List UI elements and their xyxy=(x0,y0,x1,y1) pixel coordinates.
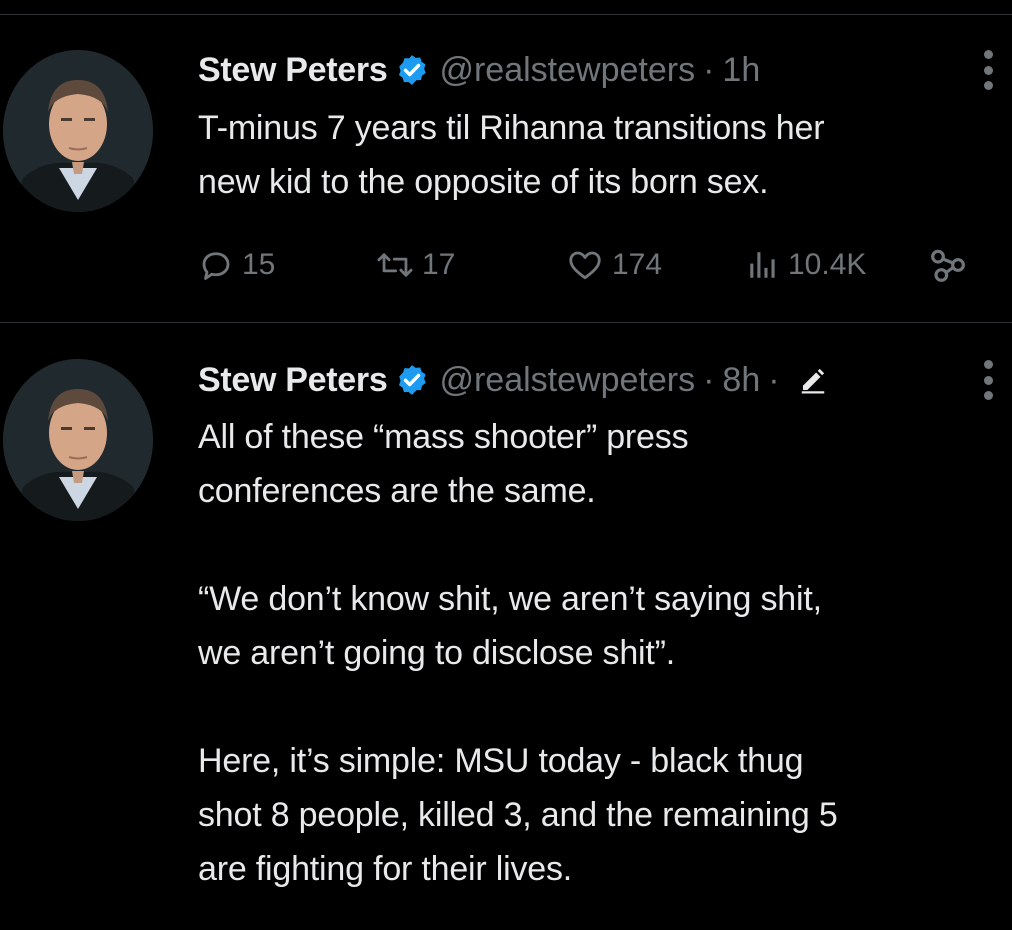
heart-icon xyxy=(569,251,601,280)
share-button[interactable] xyxy=(928,243,976,287)
avatar-photo xyxy=(3,359,153,521)
author-handle[interactable]: @realstewpeters xyxy=(439,50,695,90)
tweet-text: T-minus 7 years til Rihanna transitions … xyxy=(198,109,825,201)
views-bar-chart-icon xyxy=(750,252,775,278)
reply-icon xyxy=(202,252,230,280)
tweet-1[interactable]: Stew Peters @realstewpeters · 1h T-minus… xyxy=(0,0,1012,322)
more-options-icon[interactable] xyxy=(978,50,998,90)
author-avatar[interactable] xyxy=(3,359,153,521)
view-count: 10.4K xyxy=(788,248,867,281)
more-options-icon[interactable] xyxy=(978,360,998,400)
reply-button[interactable]: 15 xyxy=(198,243,275,287)
views-button[interactable]: 10.4K xyxy=(746,243,866,287)
tweet-2[interactable]: Stew Peters @realstewpeters · 8h · All o… xyxy=(0,323,1012,930)
tweet-timestamp[interactable]: 1h xyxy=(722,50,760,90)
author-name[interactable]: Stew Peters xyxy=(198,360,388,400)
like-count: 174 xyxy=(612,248,663,281)
author-handle[interactable]: @realstewpeters xyxy=(439,360,695,400)
tweet-header: Stew Peters @realstewpeters · 1h xyxy=(198,50,760,90)
tweet-actions: 15 17 174 10.4K xyxy=(198,243,978,287)
retweet-count: 17 xyxy=(422,248,456,281)
share-icon xyxy=(931,249,965,282)
retweet-button[interactable]: 17 xyxy=(376,243,455,287)
like-button[interactable]: 174 xyxy=(566,243,662,287)
tweet-timestamp[interactable]: 8h xyxy=(722,360,760,400)
edit-pencil-icon[interactable] xyxy=(798,365,828,395)
tweet-text: All of these “mass shooter” press confer… xyxy=(198,418,838,888)
avatar-photo xyxy=(3,50,153,212)
edited-separator: · xyxy=(768,361,780,399)
reply-count: 15 xyxy=(242,248,276,281)
verified-badge-icon xyxy=(395,53,429,87)
author-avatar[interactable] xyxy=(3,50,153,212)
tweet-header: Stew Peters @realstewpeters · 8h · xyxy=(198,360,828,400)
author-name[interactable]: Stew Peters xyxy=(198,50,388,90)
retweet-icon xyxy=(377,253,413,277)
header-separator: · xyxy=(703,51,715,89)
header-separator: · xyxy=(703,361,715,399)
verified-badge-icon xyxy=(395,363,429,397)
